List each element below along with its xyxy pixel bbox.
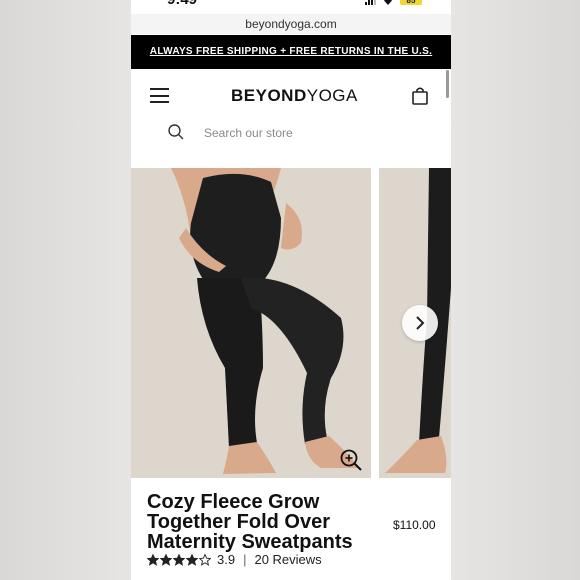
site-header: BEYONDYOGA xyxy=(131,69,451,124)
product-image-gallery xyxy=(131,168,451,478)
status-bar: 9:49 85 xyxy=(131,0,451,10)
product-price: $110.00 xyxy=(393,518,436,532)
background-right xyxy=(451,0,580,580)
star-rating xyxy=(147,553,211,566)
model-legs-illustration xyxy=(171,168,359,474)
rating-row[interactable]: 3.9 | 20 Reviews xyxy=(147,552,322,567)
logo-light: YOGA xyxy=(306,86,358,105)
product-info: Cozy Fleece Grow Together Fold Over Mate… xyxy=(131,478,451,580)
shopping-bag-icon[interactable] xyxy=(411,86,429,106)
star-icon xyxy=(199,553,211,566)
rating-value: 3.9 xyxy=(217,552,236,567)
site-logo[interactable]: BEYONDYOGA xyxy=(231,86,358,106)
zoom-in-icon[interactable] xyxy=(339,448,363,472)
product-image-main[interactable] xyxy=(131,168,371,478)
star-icon xyxy=(147,553,159,566)
star-icon xyxy=(160,553,172,566)
reviews-link[interactable]: 20 Reviews xyxy=(254,552,321,567)
search-input[interactable] xyxy=(204,120,404,146)
battery-icon: 85 xyxy=(400,0,422,5)
cellular-signal-icon xyxy=(365,0,376,5)
status-icons: 85 xyxy=(365,0,422,5)
star-icon xyxy=(173,553,185,566)
hamburger-icon[interactable] xyxy=(150,88,169,103)
status-time: 9:49 xyxy=(167,0,197,8)
search-icon[interactable] xyxy=(168,124,184,140)
product-title: Cozy Fleece Grow Together Fold Over Mate… xyxy=(147,491,353,553)
phone-screen: 9:49 85 beyondyoga.com ALWAYS FREE SHIPP… xyxy=(131,0,451,580)
chevron-right-icon xyxy=(416,316,425,330)
wifi-icon xyxy=(384,0,392,5)
promo-banner[interactable]: ALWAYS FREE SHIPPING + FREE RETURNS IN T… xyxy=(131,35,451,69)
rating-separator: | xyxy=(243,552,247,567)
scrollbar-thumb[interactable] xyxy=(446,70,449,98)
star-icon xyxy=(186,553,198,566)
background-left xyxy=(0,0,131,580)
search-bar xyxy=(131,120,451,146)
address-bar[interactable]: beyondyoga.com xyxy=(131,14,451,34)
logo-bold: BEYOND xyxy=(231,86,307,105)
next-image-button[interactable] xyxy=(402,305,438,341)
